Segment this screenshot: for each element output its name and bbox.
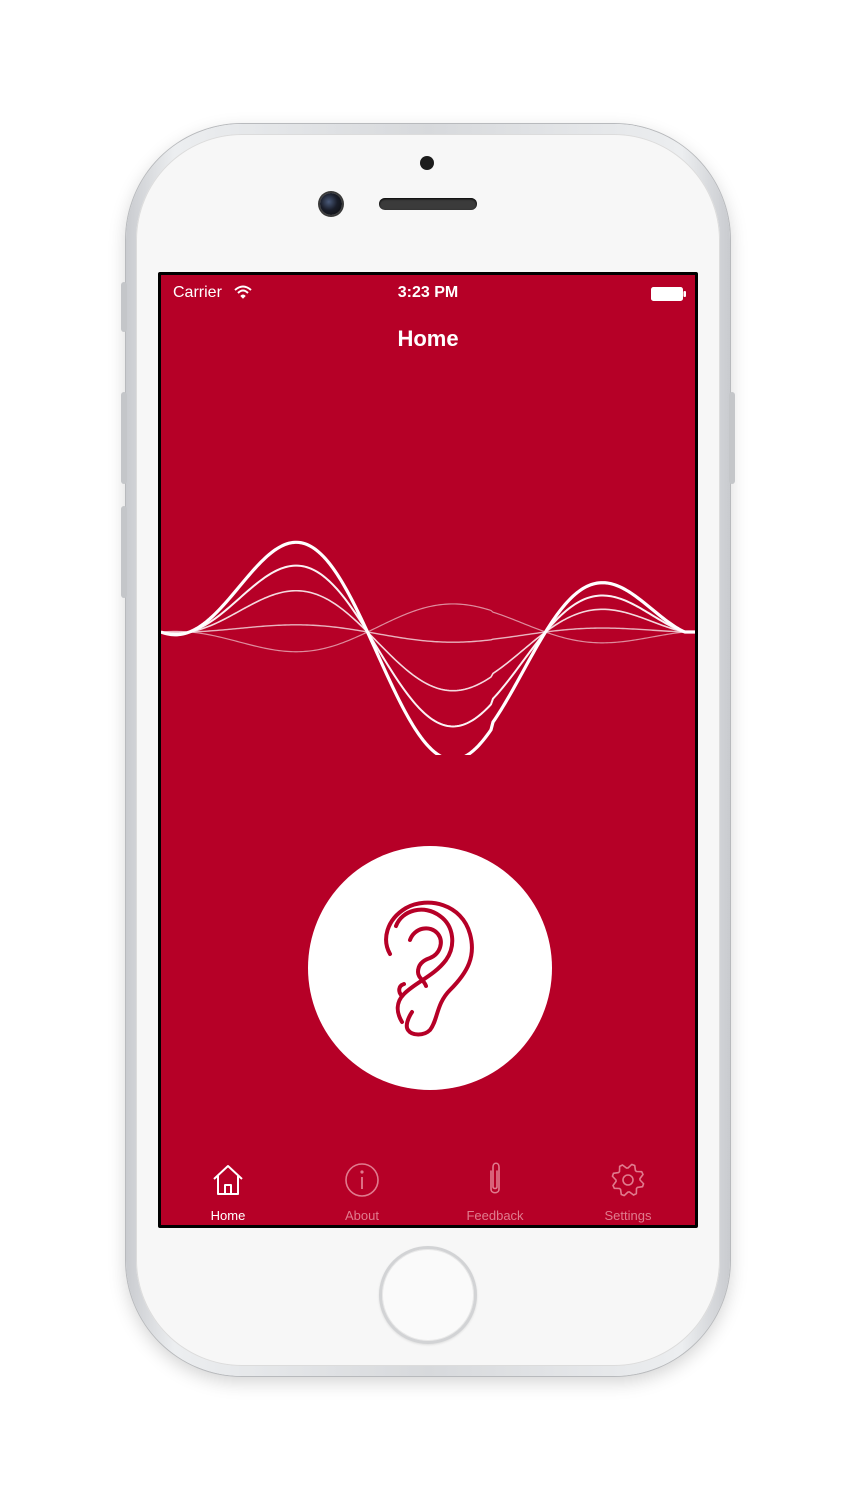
- tab-label: Home: [210, 1208, 246, 1223]
- tab-feedback[interactable]: Feedback: [428, 1155, 562, 1225]
- volume-up-button: [121, 392, 127, 484]
- tab-home[interactable]: Home: [161, 1155, 295, 1225]
- page-title: Home: [397, 326, 459, 351]
- gear-icon: [611, 1163, 645, 1197]
- tab-settings[interactable]: Settings: [561, 1155, 695, 1225]
- tab-label: Settings: [604, 1208, 652, 1223]
- mute-switch: [121, 282, 127, 332]
- volume-down-button: [121, 506, 127, 598]
- battery-icon: [651, 287, 686, 301]
- home-icon: [213, 1165, 243, 1195]
- wave-lines: [161, 540, 695, 755]
- earpiece-speaker: [379, 198, 477, 210]
- wave-line: [161, 624, 695, 643]
- app-screen: Carrier 3:23 PM Home Home About Feedback…: [161, 275, 695, 1225]
- screen: Carrier 3:23 PM Home Home About Feedback…: [158, 272, 698, 1228]
- tab-label: Feedback: [466, 1208, 524, 1223]
- info-icon: [345, 1163, 379, 1197]
- sound-wave-visualizer: [161, 540, 695, 755]
- status-time: 3:23 PM: [397, 284, 459, 301]
- wave-line: [161, 540, 695, 755]
- proximity-sensor: [420, 156, 434, 170]
- listen-button[interactable]: [308, 846, 552, 1090]
- device-home-button[interactable]: [379, 1246, 477, 1344]
- power-button: [729, 392, 735, 484]
- ear-icon: [384, 900, 474, 1037]
- tab-about[interactable]: About: [295, 1155, 429, 1225]
- tab-label: About: [345, 1208, 379, 1223]
- front-camera: [320, 193, 342, 215]
- paperclip-icon: [490, 1162, 500, 1194]
- status-bar: Carrier 3:23 PM: [161, 275, 695, 315]
- wave-line: [161, 564, 695, 728]
- device-mockup: Carrier 3:23 PM Home Home About Feedback…: [0, 0, 856, 1500]
- tab-bar: Home About Feedback Settings: [161, 1155, 695, 1225]
